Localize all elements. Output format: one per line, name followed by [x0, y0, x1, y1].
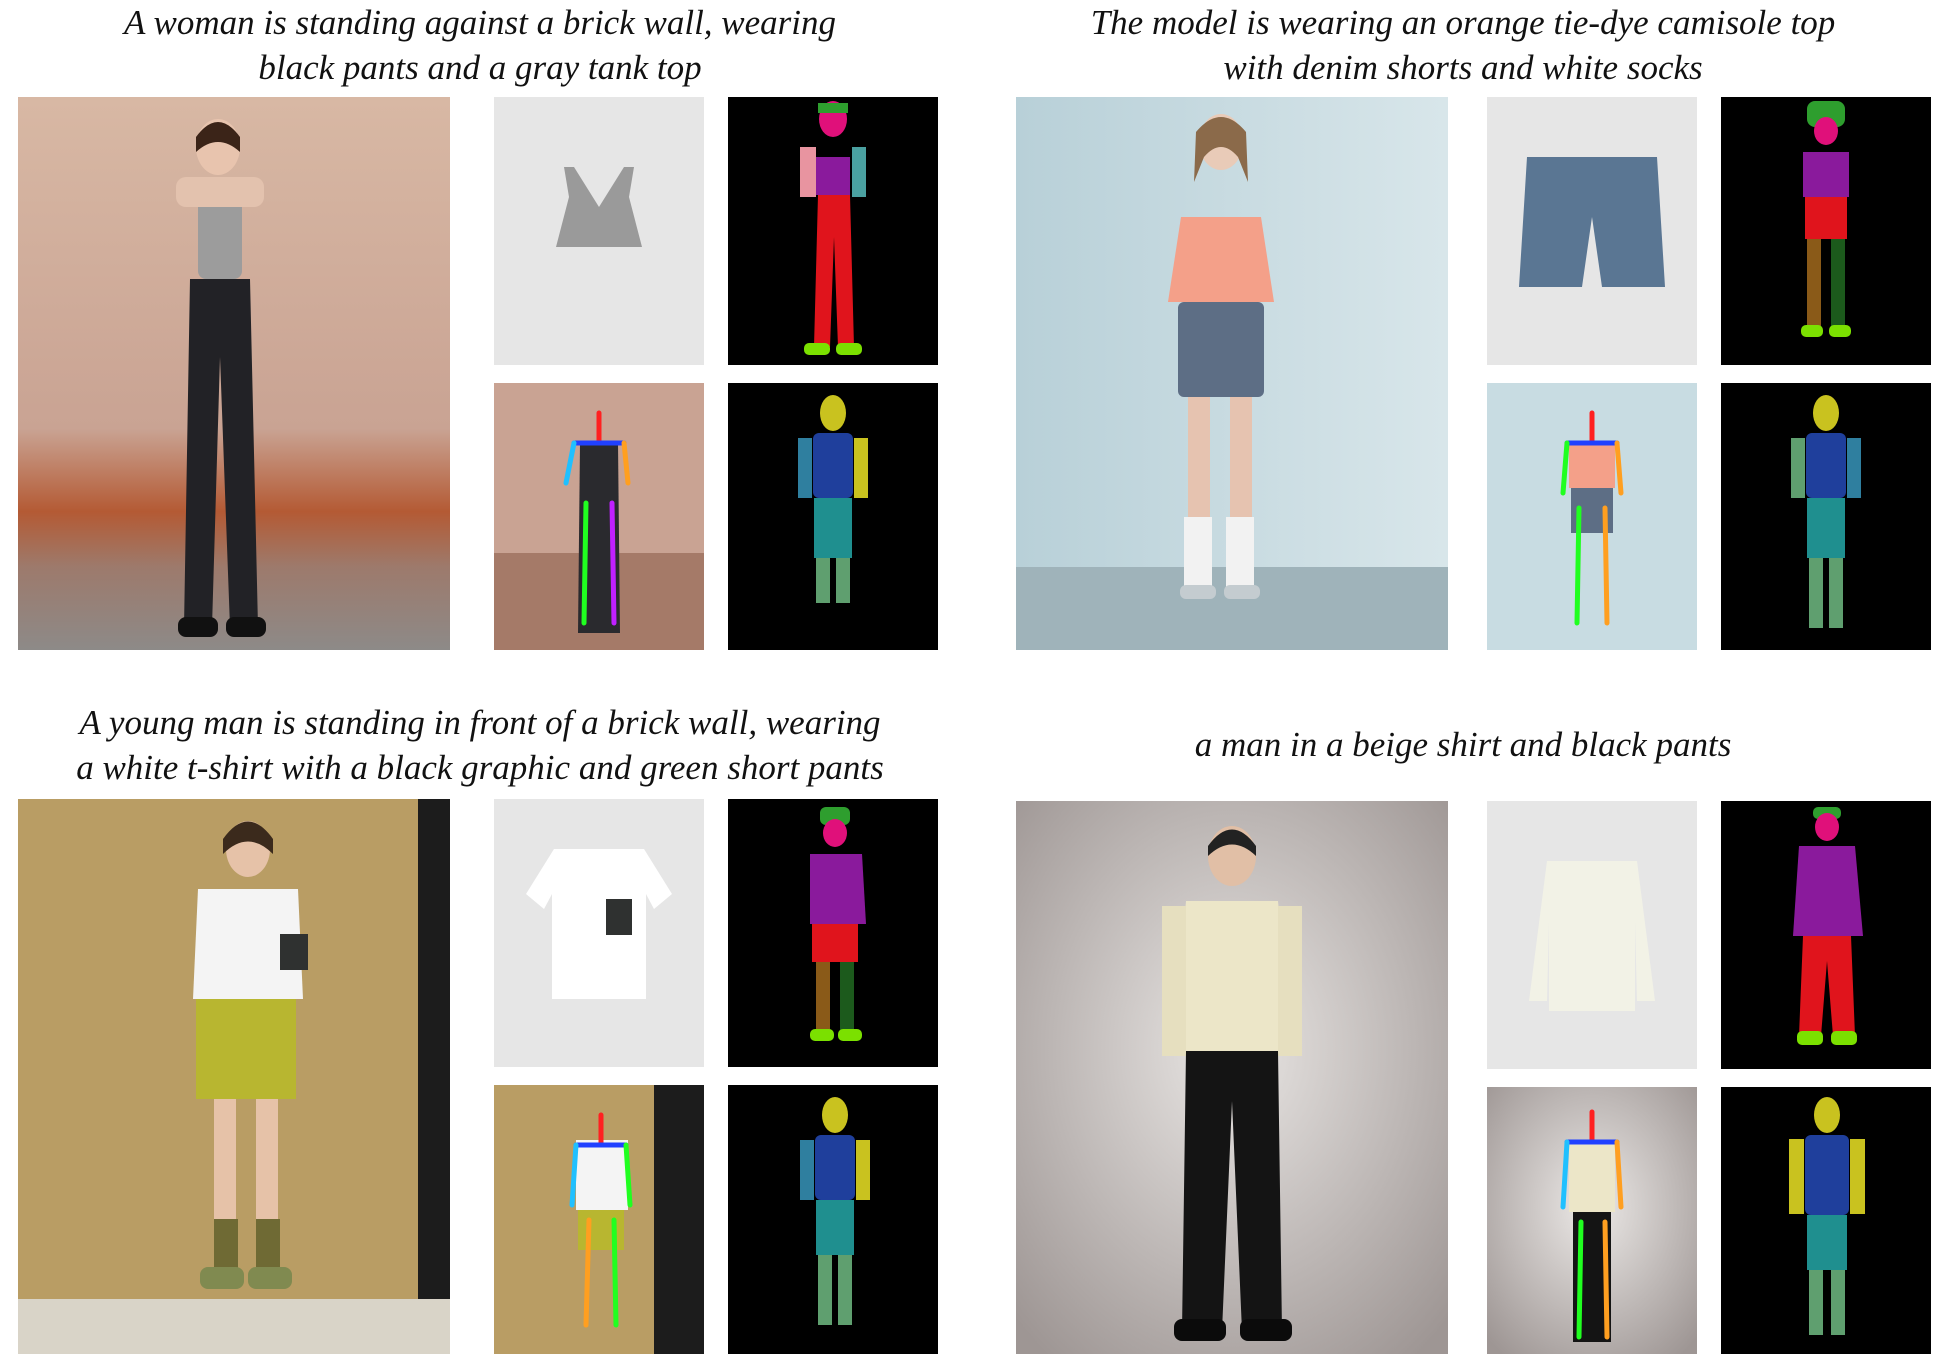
garment-image — [494, 799, 704, 1067]
model-photo — [18, 97, 450, 650]
densepose-mask — [728, 1085, 938, 1354]
densepose-mask — [728, 383, 938, 650]
parsing-mask — [1721, 97, 1931, 365]
caption-1: A woman is standing against a brick wall… — [0, 0, 960, 90]
caption-line: a white t-shirt with a black graphic and… — [76, 748, 884, 787]
densepose-mask — [1721, 383, 1931, 650]
pose-skeleton — [1487, 1087, 1697, 1354]
model-photo — [1016, 801, 1448, 1354]
parsing-mask — [728, 799, 938, 1067]
model-photo — [1016, 97, 1448, 650]
caption-line: black pants and a gray tank top — [258, 48, 702, 87]
caption-line: with denim shorts and white socks — [1223, 48, 1703, 87]
pose-skeleton — [494, 383, 704, 650]
model-photo — [18, 799, 450, 1354]
garment-image — [1487, 801, 1697, 1069]
densepose-mask — [1721, 1087, 1931, 1354]
caption-line: A woman is standing against a brick wall… — [123, 3, 837, 42]
pose-skeleton — [494, 1085, 704, 1354]
garment-image — [494, 97, 704, 365]
caption-line: A young man is standing in front of a br… — [79, 703, 881, 742]
caption-line: The model is wearing an orange tie-dye c… — [1090, 3, 1836, 42]
caption-2: The model is wearing an orange tie-dye c… — [990, 0, 1936, 90]
caption-4: a man in a beige shirt and black pants — [990, 722, 1936, 767]
pose-skeleton — [1487, 383, 1697, 650]
caption-line: a man in a beige shirt and black pants — [1194, 725, 1732, 764]
garment-image — [1487, 97, 1697, 365]
caption-3: A young man is standing in front of a br… — [0, 700, 960, 790]
parsing-mask — [1721, 801, 1931, 1069]
parsing-mask — [728, 97, 938, 365]
